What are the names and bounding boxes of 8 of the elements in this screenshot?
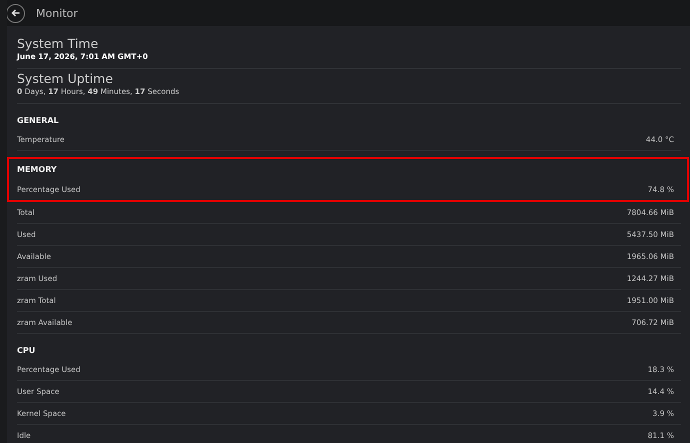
page-title: Monitor: [36, 6, 78, 20]
system-uptime-label: System Uptime: [17, 71, 114, 87]
section-title: GENERAL: [17, 115, 60, 127]
section-title: MEMORY: [17, 164, 58, 176]
system-time-label: System Time: [17, 36, 100, 52]
back-arrow-icon: [10, 8, 20, 18]
back-button[interactable]: [7, 4, 25, 22]
section-title: CPU: [17, 345, 36, 357]
